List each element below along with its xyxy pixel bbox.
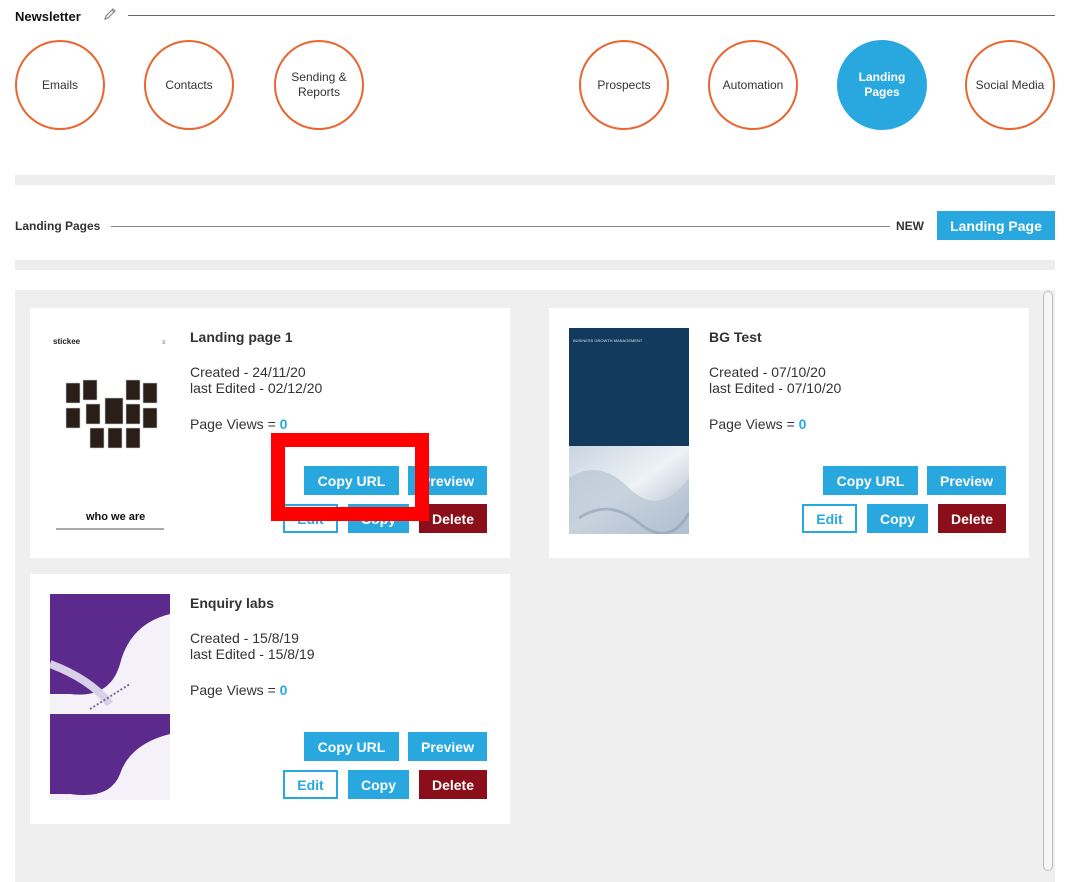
landing-page-card: BUSINESS GROWTH MANAGEMENT BG Test Creat… [549, 308, 1029, 558]
section-title: Landing Pages [15, 219, 101, 233]
landing-page-card: stickee ≡ who we are Landing page 1 Crea… [30, 308, 510, 558]
card-dates: Created - 15/8/19 last Edited - 15/8/19 [190, 630, 315, 662]
edit-button[interactable]: Edit [802, 504, 857, 533]
divider-bar [15, 260, 1055, 270]
delete-button[interactable]: Delete [419, 770, 487, 799]
copy-url-button[interactable]: Copy URL [304, 732, 399, 761]
annotation-highlight-box [271, 433, 429, 521]
copy-url-button[interactable]: Copy URL [823, 466, 918, 495]
new-landing-page-button[interactable]: Landing Page [937, 211, 1055, 240]
delete-button[interactable]: Delete [419, 504, 487, 533]
edit-button[interactable]: Edit [283, 770, 338, 799]
page-views: Page Views = 0 [709, 416, 807, 432]
page-views: Page Views = 0 [190, 682, 288, 698]
header-divider [128, 15, 1055, 16]
thumb-brand: stickee [53, 337, 81, 346]
card-title: Landing page 1 [190, 329, 293, 345]
created-date: Created - 24/11/20 [190, 364, 306, 380]
copy-button[interactable]: Copy [867, 504, 928, 533]
new-label: NEW [896, 219, 924, 233]
svg-text:≡: ≡ [162, 340, 166, 346]
landing-page-card: Enquiry labs Created - 15/8/19 last Edit… [30, 574, 510, 824]
preview-button[interactable]: Preview [927, 466, 1006, 495]
card-title: BG Test [709, 329, 762, 345]
nav-emails[interactable]: Emails [15, 40, 105, 130]
thumb-heading: who we are [85, 511, 145, 523]
card-dates: Created - 07/10/20 last Edited - 07/10/2… [709, 364, 841, 396]
edited-date: last Edited - 15/8/19 [190, 646, 315, 662]
card-dates: Created - 24/11/20 last Edited - 02/12/2… [190, 364, 322, 396]
scrollbar[interactable] [1043, 291, 1053, 871]
nav-sending-reports[interactable]: Sending & Reports [274, 40, 364, 130]
edited-date: last Edited - 07/10/20 [709, 380, 842, 396]
copy-button[interactable]: Copy [348, 770, 409, 799]
nav-automation[interactable]: Automation [708, 40, 798, 130]
divider-bar [15, 175, 1055, 185]
card-title: Enquiry labs [190, 595, 275, 611]
thumbnail: BUSINESS GROWTH MANAGEMENT [569, 328, 689, 534]
thumb-brand: BUSINESS GROWTH MANAGEMENT [573, 338, 643, 343]
thumbnail [50, 594, 170, 800]
page-views-count: 0 [279, 416, 288, 432]
page-header: Newsletter [15, 6, 1055, 28]
section-divider [111, 226, 890, 227]
nav-contacts[interactable]: Contacts [144, 40, 234, 130]
created-date: Created - 07/10/20 [709, 364, 826, 380]
nav-landing-pages[interactable]: Landing Pages [837, 40, 927, 130]
page-views-count: 0 [279, 682, 288, 698]
pencil-icon[interactable] [102, 6, 118, 22]
page-title: Newsletter [15, 9, 81, 24]
edited-date: last Edited - 02/12/20 [190, 380, 323, 396]
preview-button[interactable]: Preview [408, 732, 487, 761]
thumbnail: stickee ≡ who we are [50, 328, 170, 534]
page-views-count: 0 [798, 416, 807, 432]
delete-button[interactable]: Delete [938, 504, 1006, 533]
page-views: Page Views = 0 [190, 416, 288, 432]
nav-prospects[interactable]: Prospects [579, 40, 669, 130]
nav-social-media[interactable]: Social Media [965, 40, 1055, 130]
created-date: Created - 15/8/19 [190, 630, 299, 646]
section-header: Landing Pages NEW Landing Page [15, 211, 1055, 241]
